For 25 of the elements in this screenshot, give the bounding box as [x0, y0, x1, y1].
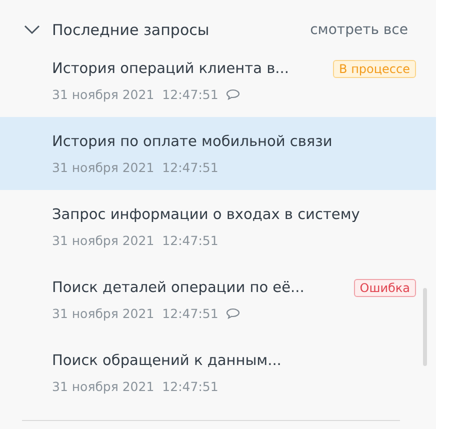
- status-badge: Ошибка: [354, 279, 416, 297]
- request-title: Поиск обращений к данным...: [52, 353, 282, 369]
- request-time: 12:47:51: [162, 232, 218, 248]
- request-time: 12:47:51: [162, 160, 218, 174]
- request-item[interactable]: Поиск деталей операции по её... Ошибка 31 ноября 2021 12:47:51: [0, 263, 436, 336]
- section-title: Последние запросы: [52, 21, 210, 39]
- request-time: 12:47:51: [162, 306, 218, 320]
- request-date: 31 ноября 2021: [52, 160, 154, 174]
- request-item[interactable]: История операций клиента в... В процессе 31 ноября 2021 12:47:51: [0, 44, 436, 117]
- request-date: 31 ноября 2021: [52, 378, 154, 394]
- request-title: Поиск деталей операции по её...: [52, 280, 304, 296]
- request-date: 31 ноября 2021: [52, 306, 154, 320]
- request-title: Запрос информации о входах в систему: [52, 207, 360, 223]
- request-item[interactable]: История по оплате мобильной связи 31 ноября 2021 12:47:51: [0, 117, 436, 190]
- view-all-link[interactable]: смотреть все: [310, 22, 408, 38]
- request-time: 12:47:51: [162, 86, 218, 102]
- request-item[interactable]: Поиск обращений к данным... 31 ноября 2021 12:47:51: [0, 336, 436, 409]
- chevron-icon[interactable]: [24, 25, 40, 35]
- request-title: История операций клиента в...: [52, 61, 289, 77]
- status-badge: В процессе: [333, 60, 416, 78]
- request-date: 31 ноября 2021: [52, 232, 154, 248]
- request-title: История по оплате мобильной связи: [52, 134, 332, 150]
- request-date: 31 ноября 2021: [52, 86, 154, 102]
- request-item[interactable]: Запрос информации о входах в систему 31 ноября 2021 12:47:51: [0, 190, 436, 263]
- request-time: 12:47:51: [162, 378, 218, 394]
